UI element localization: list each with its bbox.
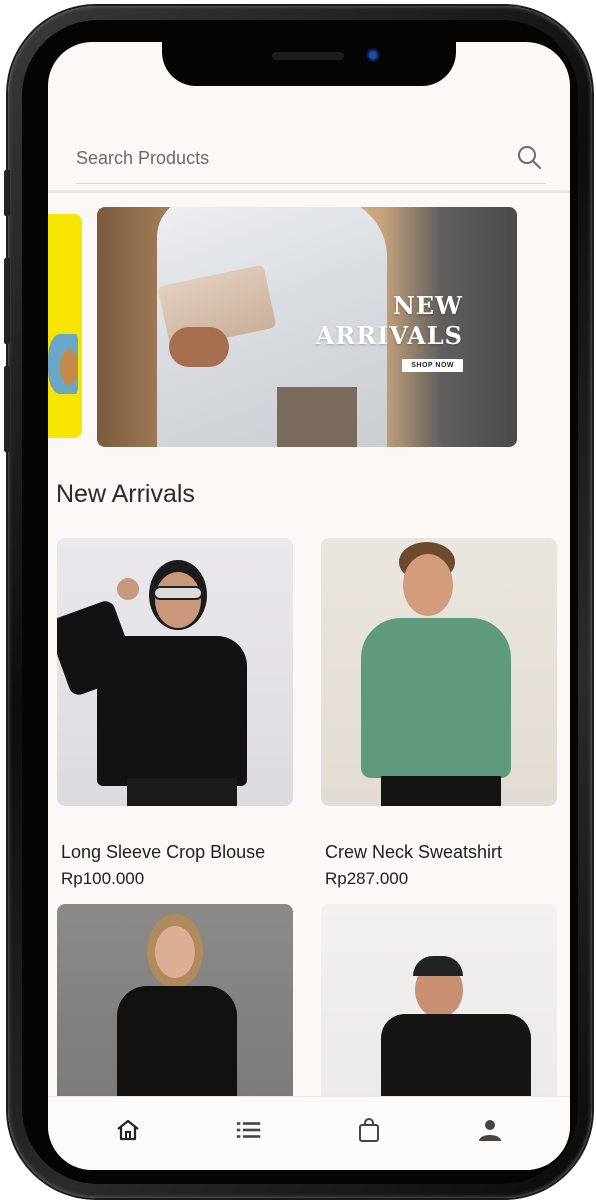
search-input[interactable] bbox=[76, 148, 456, 169]
shop-now-button[interactable]: SHOP NOW bbox=[402, 359, 463, 372]
nav-cart[interactable] bbox=[349, 1110, 389, 1150]
profile-icon bbox=[478, 1119, 501, 1141]
model-hair bbox=[413, 956, 463, 976]
sunglasses bbox=[153, 586, 203, 600]
list-icon bbox=[236, 1121, 261, 1138]
notch bbox=[162, 42, 456, 86]
black-pants bbox=[127, 778, 237, 806]
earpiece-speaker bbox=[272, 52, 344, 60]
banner-new-arrivals[interactable]: NEW ARRIVALS SHOP NOW bbox=[97, 207, 517, 447]
search-bar bbox=[76, 134, 546, 184]
nav-home[interactable] bbox=[108, 1110, 148, 1150]
banner-model-hand bbox=[169, 327, 229, 367]
banner-prev-graphic-accent bbox=[60, 349, 78, 385]
green-sweatshirt bbox=[361, 618, 511, 778]
banner-title-line1: NEW bbox=[392, 291, 463, 320]
product-card[interactable]: Crew Neck Sweatshirt Rp287.000 bbox=[321, 538, 557, 889]
product-name: Long Sleeve Crop Blouse bbox=[61, 842, 266, 862]
product-price: Rp100.000 bbox=[61, 869, 145, 888]
front-camera bbox=[366, 48, 380, 62]
search-icon bbox=[518, 145, 541, 169]
section-title: New Arrivals bbox=[56, 480, 195, 508]
product-image bbox=[321, 538, 557, 806]
model-face bbox=[155, 572, 201, 628]
nav-categories[interactable] bbox=[229, 1110, 269, 1150]
product-price: Rp287.000 bbox=[325, 869, 409, 888]
home-icon bbox=[117, 1119, 139, 1140]
model-hand bbox=[117, 578, 139, 600]
nav-profile[interactable] bbox=[470, 1110, 510, 1150]
search-button[interactable] bbox=[516, 144, 546, 174]
banner-previous-slide[interactable] bbox=[48, 214, 82, 438]
model-face bbox=[155, 926, 195, 978]
volume-down-button bbox=[4, 366, 10, 452]
banner-title: NEW ARRIVALS bbox=[316, 291, 463, 351]
banner-title-line2: ARRIVALS bbox=[315, 321, 463, 350]
header-divider bbox=[48, 190, 570, 193]
shopping-bag-icon bbox=[359, 1117, 380, 1142]
model-face bbox=[403, 554, 453, 616]
black-turtleneck bbox=[117, 986, 237, 1106]
volume-up-button bbox=[4, 258, 10, 344]
mute-switch bbox=[4, 170, 10, 216]
app-screen: NEW ARRIVALS SHOP NOW New Arrivals Long … bbox=[48, 42, 570, 1170]
product-name: Crew Neck Sweatshirt bbox=[325, 842, 503, 862]
product-card[interactable]: Long Sleeve Crop Blouse Rp100.000 bbox=[57, 538, 293, 889]
banner-model-pants bbox=[277, 387, 357, 447]
black-pants bbox=[381, 776, 501, 806]
product-image bbox=[57, 538, 293, 806]
bottom-navigation bbox=[48, 1096, 570, 1170]
